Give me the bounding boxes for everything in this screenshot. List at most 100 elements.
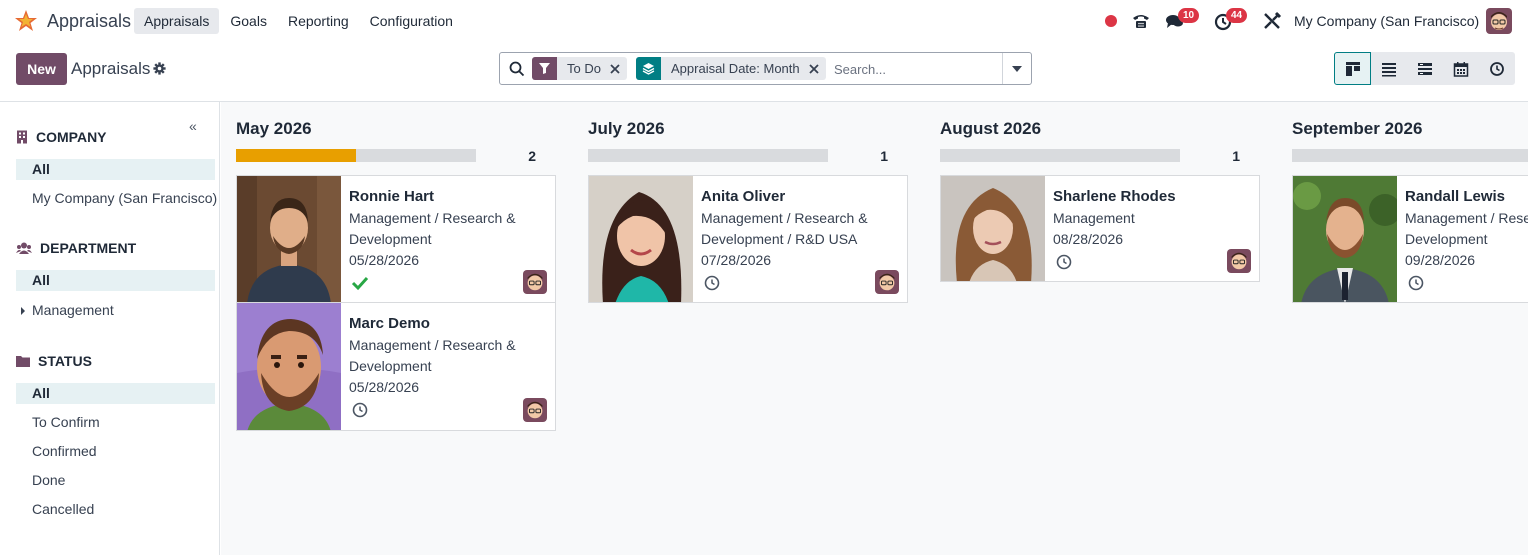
employee-photo [237,176,341,302]
employee-photo [237,303,341,430]
manager-avatar[interactable] [523,398,547,422]
employee-department: Management / Research & Development [349,210,516,247]
list-view-button[interactable] [1370,52,1407,85]
company-filter-all[interactable]: All [16,159,215,180]
card-body: Anita Oliver Management / Research & Dev… [701,186,901,271]
presence-status-indicator[interactable] [1105,15,1117,27]
status-filter-confirmed[interactable]: Confirmed [16,441,215,462]
table-list-icon [1417,62,1432,75]
column-progress-bar[interactable] [1292,149,1528,162]
kanban-card[interactable]: Anita Oliver Management / Research & Dev… [588,175,908,303]
status-filter-cancelled[interactable]: Cancelled [16,499,215,520]
column-progress-bar[interactable] [940,149,1180,162]
messages-badge: 10 [1178,8,1200,23]
employee-photo [1293,176,1397,302]
activity-list-view-button[interactable] [1406,52,1443,85]
calendar-view-button[interactable] [1442,52,1479,85]
gear-icon[interactable] [153,62,166,75]
kanban-column: July 2026 1 Anita Oliver Management / Re… [573,102,908,555]
employee-department: Management [1053,210,1135,226]
filter-icon [532,57,557,80]
activity-clock-icon[interactable] [1407,274,1425,292]
calendar-icon [1453,61,1468,77]
employee-name: Randall Lewis [1405,188,1506,205]
filter-facet-label: To Do [567,61,601,76]
manager-avatar[interactable] [523,270,547,294]
menu-appraisals[interactable]: Appraisals [134,8,220,34]
employee-department: Management / Research & Development / R&… [701,210,868,247]
kanban-view-button[interactable] [1334,52,1371,85]
kanban-icon [1345,61,1360,76]
collapse-panel-button[interactable]: « [189,118,197,134]
appraisal-date: 05/28/2026 [349,379,420,395]
appraisal-date: 09/28/2026 [1405,252,1476,268]
remove-filter-icon[interactable] [607,57,623,80]
menu-goals[interactable]: Goals [220,8,277,34]
manager-avatar[interactable] [875,270,899,294]
activity-clock-icon[interactable] [703,274,721,292]
search-bar: To Do Appraisal Date: Month [499,52,1032,85]
search-input[interactable] [834,58,999,80]
menu-configuration[interactable]: Configuration [360,8,463,34]
search-options-toggle[interactable] [1002,53,1031,84]
column-progress-bar[interactable] [236,149,476,162]
employee-photo [941,176,1045,281]
search-panel: « COMPANY All My Company (San Francisco)… [0,102,220,555]
folder-icon [16,356,30,367]
column-title[interactable]: July 2026 [588,119,665,139]
kanban-board: May 2026 2 Ronnie Hart Management / Rese… [221,102,1528,555]
employee-name: Marc Demo [349,315,430,332]
company-section-label: COMPANY [36,129,107,145]
kanban-card[interactable]: Ronnie Hart Management / Research & Deve… [236,175,556,303]
activity-clock-icon[interactable] [1055,253,1073,271]
column-title[interactable]: August 2026 [940,119,1041,139]
list-icon [1381,62,1396,76]
user-avatar[interactable] [1486,8,1512,34]
employee-photo [589,176,693,302]
company-switcher[interactable]: My Company (San Francisco) [1294,13,1479,29]
layers-icon [636,57,661,80]
kanban-column: September 2026 Randall Lewis Management … [1277,102,1528,555]
activity-view-button[interactable] [1478,52,1515,85]
column-title[interactable]: May 2026 [236,119,312,139]
phone-icon[interactable] [1131,11,1151,31]
status-filter-all[interactable]: All [16,383,215,404]
card-body: Randall Lewis Management / Research & De… [1405,186,1528,271]
status-filter-done[interactable]: Done [16,470,215,491]
search-icon[interactable] [509,61,525,77]
employee-name: Sharlene Rhodes [1053,188,1176,205]
employee-name: Anita Oliver [701,188,786,205]
activity-clock-icon[interactable] [351,401,369,419]
remove-groupby-icon[interactable] [806,57,822,80]
card-body: Marc Demo Management / Research & Develo… [349,313,549,398]
status-filter-to-confirm[interactable]: To Confirm [16,412,215,433]
new-button[interactable]: New [16,53,67,85]
department-section-title: DEPARTMENT [16,240,136,256]
appraisals-app-icon[interactable] [14,9,38,33]
app-name[interactable]: Appraisals [47,11,131,32]
caret-down-icon [1012,65,1022,72]
appraisal-date: 07/28/2026 [701,252,772,268]
building-icon [17,130,27,144]
main-menu: Appraisals Goals Reporting Configuration [134,8,464,34]
company-filter-my-company[interactable]: My Company (San Francisco) [16,188,217,209]
department-filter-management[interactable]: Management [16,300,215,321]
menu-reporting[interactable]: Reporting [278,8,359,34]
column-progress-bar[interactable] [588,149,828,162]
kanban-column: May 2026 2 Ronnie Hart Management / Rese… [221,102,556,555]
column-title[interactable]: September 2026 [1292,119,1422,139]
kanban-card[interactable]: Sharlene Rhodes Management 08/28/2026 [940,175,1260,282]
column-count: 2 [528,148,536,164]
card-body: Ronnie Hart Management / Research & Deve… [349,186,549,271]
debug-tools-icon[interactable] [1262,11,1282,31]
manager-avatar[interactable] [1227,249,1251,273]
kanban-card[interactable]: Marc Demo Management / Research & Develo… [236,302,556,431]
department-filter-all[interactable]: All [16,270,215,291]
card-body: Sharlene Rhodes Management 08/28/2026 [1053,186,1253,250]
kanban-column: August 2026 1 Sharlene Rhodes Management… [925,102,1260,555]
kanban-card[interactable]: Randall Lewis Management / Research & De… [1292,175,1528,303]
clock-icon [1489,61,1504,76]
groupby-facet-label: Appraisal Date: Month [671,61,800,76]
view-switcher [1334,52,1515,85]
check-icon[interactable] [351,274,369,292]
